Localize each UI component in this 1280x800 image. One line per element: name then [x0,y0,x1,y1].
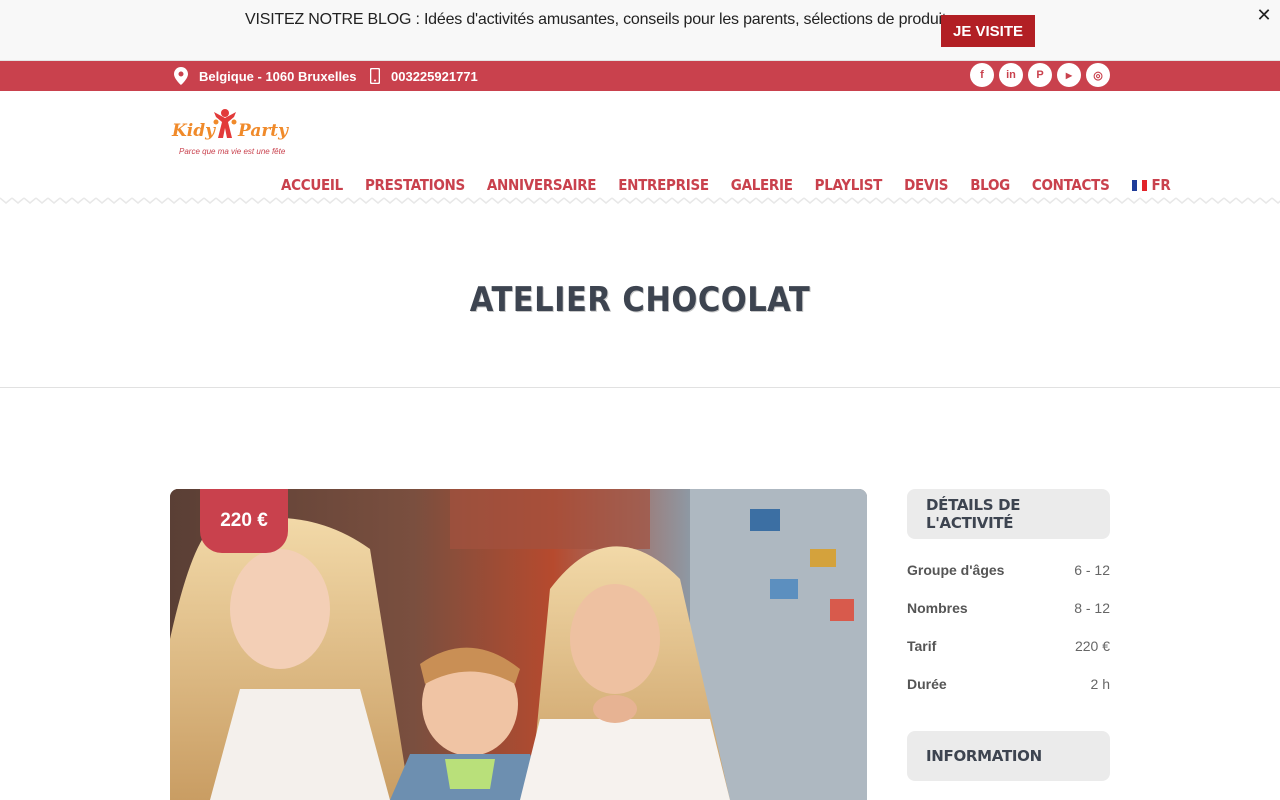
detail-row-age-group: Groupe d'âges 6 - 12 [907,558,1110,582]
announcement-bar: VISITEZ NOTRE BLOG : Idées d'activités a… [0,0,1280,61]
main-nav: ACCUEIL PRESTATIONS ANNIVERSAIRE ENTREPR… [281,174,1171,196]
detail-label: Nombres [907,600,968,616]
nav-contacts[interactable]: CONTACTS [1032,174,1110,196]
location-text: Belgique - 1060 Bruxelles [199,68,357,84]
language-selector[interactable]: FR [1131,174,1171,196]
phone-number[interactable]: 003225921771 [391,69,478,84]
detail-value: 6 - 12 [1074,562,1110,578]
close-icon[interactable]: ✕ [1253,4,1275,26]
page-title-area: ATELIER CHOCOLAT [0,206,1280,388]
linkedin-icon[interactable]: in [999,63,1023,87]
nav-prestations[interactable]: PRESTATIONS [365,174,465,196]
detail-row-duration: Durée 2 h [907,672,1110,696]
language-label: FR [1151,176,1171,194]
nav-galerie[interactable]: GALERIE [731,174,793,196]
header-zigzag-divider [0,196,1280,206]
price-badge: 220 € [200,489,288,553]
nav-devis[interactable]: DEVIS [904,174,948,196]
logo-tagline: Parce que ma vie est une fête [179,147,286,156]
nav-anniversaire[interactable]: ANNIVERSAIRE [487,174,597,196]
location-info: Belgique - 1060 Bruxelles [174,61,357,91]
detail-label: Groupe d'âges [907,562,1005,578]
youtube-icon[interactable]: ▶ [1057,63,1081,87]
nav-blog[interactable]: BLOG [970,174,1010,196]
phone-info[interactable]: 003225921771 [370,61,478,91]
logo-word-party: Party [238,121,289,141]
instagram-icon[interactable]: ◎ [1086,63,1110,87]
activity-details-heading: DÉTAILS DE L'ACTIVITÉ [907,489,1110,539]
dancing-kids-logo-icon [213,109,237,138]
detail-row-count: Nombres 8 - 12 [907,596,1110,620]
nav-entreprise[interactable]: ENTREPRISE [618,174,709,196]
facebook-icon[interactable]: f [970,63,994,87]
detail-value: 220 € [1074,638,1110,654]
logo-word-kidy: Kidy [172,121,215,141]
announcement-text: VISITEZ NOTRE BLOG : Idées d'activités a… [245,11,967,28]
detail-label: Tarif [907,638,937,654]
detail-label: Durée [907,676,947,692]
social-links: f in P ▶ ◎ [970,63,1110,87]
nav-playlist[interactable]: PLAYLIST [815,174,883,196]
page-title: ATELIER CHOCOLAT [469,280,811,320]
pinterest-icon[interactable]: P [1028,63,1052,87]
french-flag-icon [1131,179,1148,191]
information-heading: INFORMATION [907,731,1110,781]
site-logo[interactable]: Kidy Party Parce que ma vie est une fête [172,108,297,160]
map-pin-icon [174,67,188,85]
detail-row-price: Tarif 220 € [907,634,1110,658]
detail-value: 2 h [1090,676,1110,692]
detail-value: 8 - 12 [1074,600,1110,616]
mobile-phone-icon [370,68,380,84]
nav-accueil[interactable]: ACCUEIL [281,174,343,196]
visit-blog-button[interactable]: JE VISITE [941,15,1035,47]
